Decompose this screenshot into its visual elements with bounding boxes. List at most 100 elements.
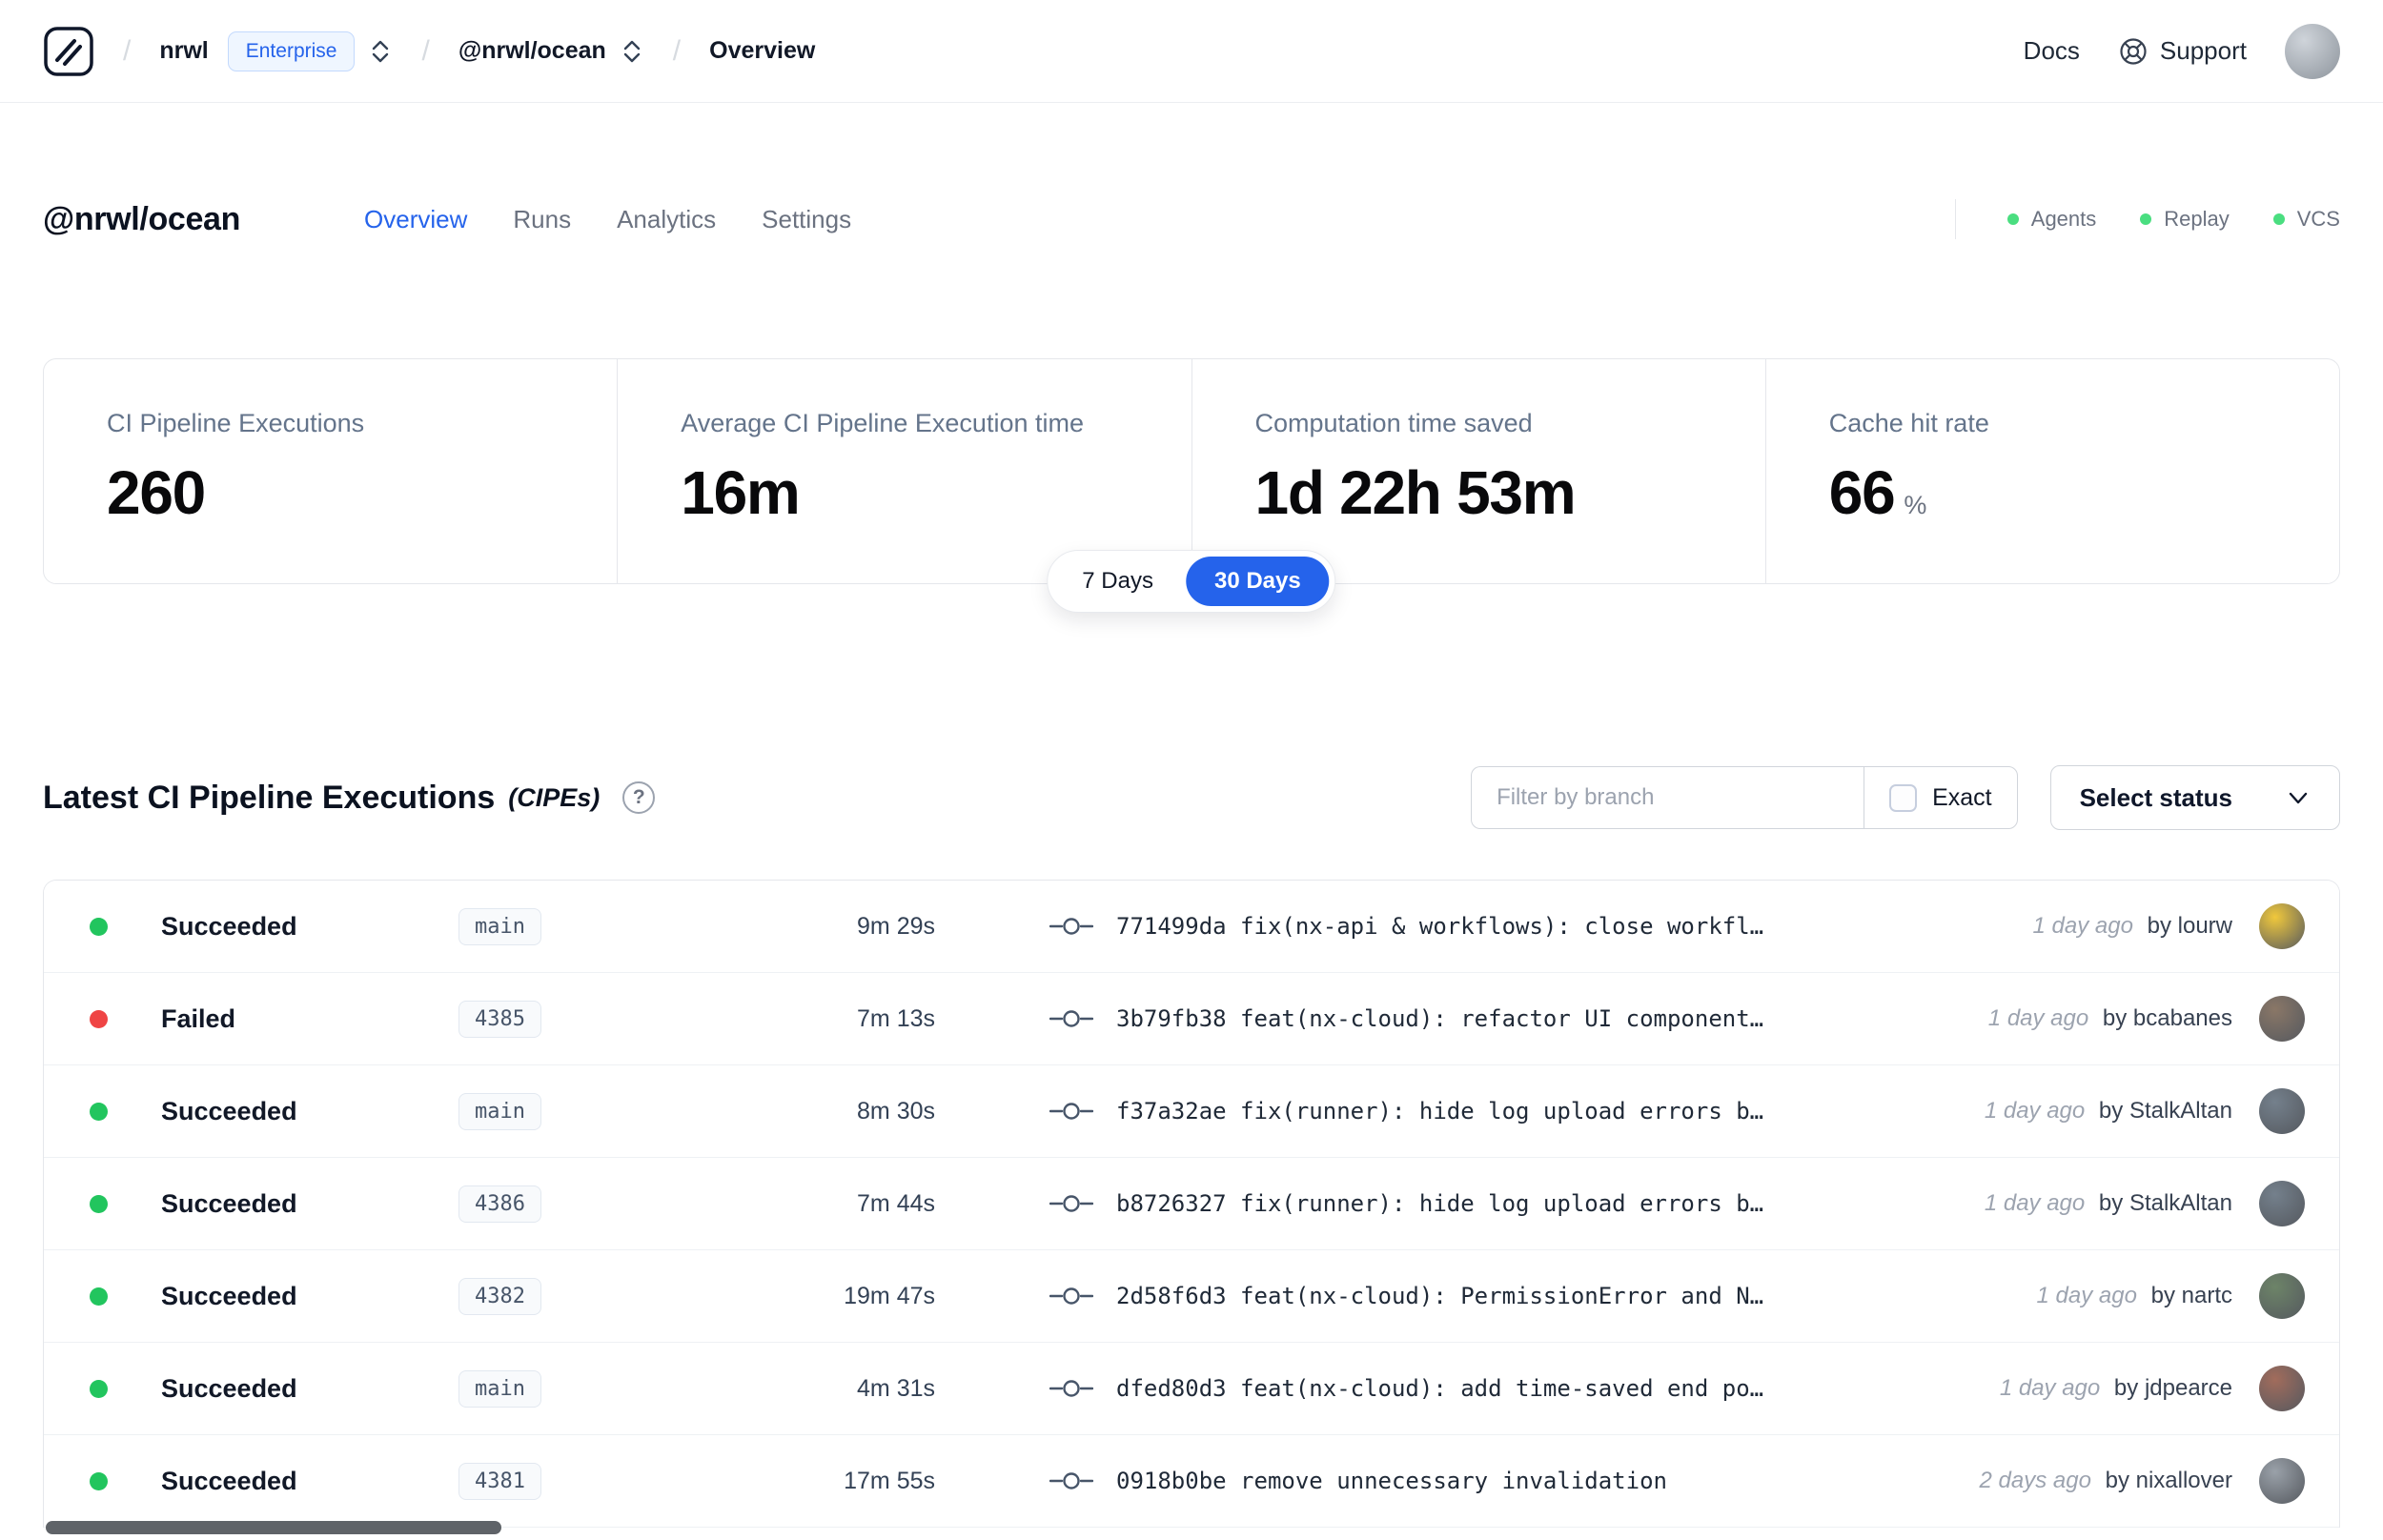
workspace-selector-chevrons-icon[interactable]: [620, 37, 644, 66]
git-commit-icon: [1049, 1380, 1093, 1397]
git-commit-icon: [1049, 1103, 1093, 1120]
status-label: Succeeded: [161, 1281, 297, 1310]
duration: 19m 47s: [844, 1282, 935, 1309]
status-dot-icon: [90, 1379, 108, 1398]
cipe-row[interactable]: Succeeded 4382 19m 47s 2d58f6d3 feat(nx-…: [44, 1250, 2339, 1343]
support-label: Support: [2159, 36, 2247, 65]
stat-label: CI Pipeline Executions: [107, 409, 365, 437]
tab-overview[interactable]: Overview: [364, 205, 467, 234]
status-select-label: Select status: [2079, 782, 2232, 812]
timestamp: 1 day ago: [1999, 1375, 2107, 1401]
duration: 8m 30s: [857, 1097, 935, 1125]
commit-message[interactable]: 2d58f6d3 feat(nx-cloud): PermissionError…: [1116, 1283, 1763, 1309]
exact-toggle[interactable]: Exact: [1864, 766, 2018, 829]
indicator-vcs[interactable]: VCS: [2272, 207, 2340, 232]
timestamp: 1 day ago: [1984, 1190, 2091, 1216]
breadcrumb-org[interactable]: nrwl: [159, 37, 208, 65]
branch-badge[interactable]: 4385: [458, 1000, 541, 1038]
range-7-days-button[interactable]: 7 Days: [1053, 557, 1182, 606]
row-meta: 1 day ago by StalkAltan: [1985, 1098, 2232, 1125]
tab-analytics[interactable]: Analytics: [617, 205, 716, 234]
indicator-agents[interactable]: Agents: [2006, 207, 2096, 232]
commit-cell: 2d58f6d3 feat(nx-cloud): PermissionError…: [1049, 1283, 1999, 1309]
workspace-title: @nrwl/ocean: [43, 200, 241, 237]
commit-message[interactable]: 3b79fb38 feat(nx-cloud): refactor UI com…: [1116, 1005, 1763, 1032]
commit-message[interactable]: 771499da fix(nx-api & workflows): close …: [1116, 913, 1763, 940]
workspace-tabs: Overview Runs Analytics Settings: [364, 205, 851, 234]
row-meta: 1 day ago by StalkAltan: [1985, 1190, 2232, 1217]
commit-cell: b8726327 fix(runner): hide log upload er…: [1049, 1190, 1946, 1217]
status-dot-icon: [90, 1102, 108, 1121]
author: by bcabanes: [2102, 1005, 2232, 1031]
range-30-days-button[interactable]: 30 Days: [1185, 557, 1330, 606]
cipe-row[interactable]: Succeeded main 9m 29s 771499da fix(nx-ap…: [44, 881, 2339, 973]
status-label: Succeeded: [161, 911, 297, 941]
commit-message[interactable]: f37a32ae fix(runner): hide log upload er…: [1116, 1098, 1763, 1125]
timestamp: 1 day ago: [2032, 913, 2140, 939]
cipe-title: Latest CI Pipeline Executions: [43, 779, 496, 816]
commit-message[interactable]: 0918b0be remove unnecessary invalidation: [1116, 1468, 1667, 1494]
commit-cell: f37a32ae fix(runner): hide log upload er…: [1049, 1098, 1946, 1125]
breadcrumb-separator: /: [421, 34, 430, 67]
cipe-row[interactable]: Succeeded 4386 7m 44s b8726327 fix(runne…: [44, 1158, 2339, 1250]
docs-link[interactable]: Docs: [2024, 36, 2080, 66]
user-avatar[interactable]: [2285, 23, 2340, 79]
tab-settings[interactable]: Settings: [762, 205, 851, 234]
green-dot-icon: [2272, 213, 2285, 225]
commit-cell: 771499da fix(nx-api & workflows): close …: [1049, 913, 1995, 940]
org-selector-chevrons-icon[interactable]: [368, 37, 393, 66]
branch-badge[interactable]: 4381: [458, 1462, 541, 1500]
enterprise-badge[interactable]: Enterprise: [227, 30, 356, 71]
workspace-indicators: Agents Replay VCS: [1954, 199, 2340, 239]
help-icon[interactable]: ?: [622, 781, 656, 814]
date-range-toggle: 7 Days 30 Days: [1047, 550, 1336, 613]
status-select-dropdown[interactable]: Select status: [2049, 765, 2340, 830]
exact-checkbox[interactable]: [1889, 783, 1918, 812]
cipe-row[interactable]: Succeeded main 8m 30s f37a32ae fix(runne…: [44, 1065, 2339, 1158]
status-label: Succeeded: [161, 1466, 297, 1495]
cipe-row[interactable]: Succeeded main 4m 31s dfed80d3 feat(nx-c…: [44, 1343, 2339, 1435]
cipe-row[interactable]: Failed 4385 7m 13s 3b79fb38 feat(nx-clou…: [44, 973, 2339, 1065]
commit-cell: 0918b0be remove unnecessary invalidation: [1049, 1468, 1942, 1494]
branch-badge[interactable]: main: [458, 907, 541, 945]
horizontal-scrollbar-thumb[interactable]: [46, 1521, 501, 1534]
commit-message[interactable]: b8726327 fix(runner): hide log upload er…: [1116, 1190, 1763, 1217]
row-meta: 2 days ago by nixallover: [1980, 1468, 2233, 1494]
author: by lourw: [2147, 913, 2232, 939]
breadcrumb-page: Overview: [709, 37, 816, 64]
workspace-header: @nrwl/ocean Overview Runs Analytics Sett…: [0, 194, 2383, 244]
stat-suffix: %: [1904, 491, 1926, 519]
breadcrumb-workspace[interactable]: @nrwl/ocean: [458, 37, 606, 65]
cipe-row[interactable]: Succeeded 4381 17m 55s 0918b0be remove u…: [44, 1435, 2339, 1528]
branch-badge[interactable]: 4382: [458, 1277, 541, 1315]
branch-badge[interactable]: 4386: [458, 1185, 541, 1223]
status-label: Succeeded: [161, 1096, 297, 1125]
branch-badge[interactable]: main: [458, 1092, 541, 1130]
duration: 17m 55s: [844, 1467, 935, 1494]
stat-value: 1d 22h 53m: [1254, 458, 1577, 527]
green-dot-icon: [2140, 213, 2152, 225]
divider: [1954, 199, 1956, 239]
support-link[interactable]: Support: [2118, 36, 2247, 67]
timestamp: 1 day ago: [1984, 1098, 2091, 1124]
commit-cell: dfed80d3 feat(nx-cloud): add time-saved …: [1049, 1375, 1962, 1402]
cipe-controls: Exact Select status: [1471, 765, 2340, 830]
stat-value: 66: [1828, 458, 1896, 527]
branch-filter-input[interactable]: [1471, 766, 1864, 829]
branch-badge[interactable]: main: [458, 1369, 541, 1408]
breadcrumb-separator: /: [123, 34, 132, 67]
cipe-section-header: Latest CI Pipeline Executions (CIPEs) ? …: [0, 765, 2383, 830]
stat-label: Cache hit rate: [1828, 409, 1989, 437]
tab-runs[interactable]: Runs: [513, 205, 571, 234]
green-dot-icon: [2006, 213, 2019, 225]
nx-cloud-logo[interactable]: [43, 26, 94, 77]
author-avatar: [2259, 1273, 2305, 1319]
stat-value: 16m: [681, 458, 801, 527]
stat-ci-executions: CI Pipeline Executions 260: [44, 359, 617, 583]
stat-value: 260: [107, 458, 206, 527]
top-bar-right: Docs Support: [2024, 23, 2340, 79]
indicator-label: VCS: [2296, 207, 2340, 231]
commit-message[interactable]: dfed80d3 feat(nx-cloud): add time-saved …: [1116, 1375, 1763, 1402]
indicator-replay[interactable]: Replay: [2140, 207, 2230, 232]
git-commit-icon: [1049, 918, 1093, 935]
